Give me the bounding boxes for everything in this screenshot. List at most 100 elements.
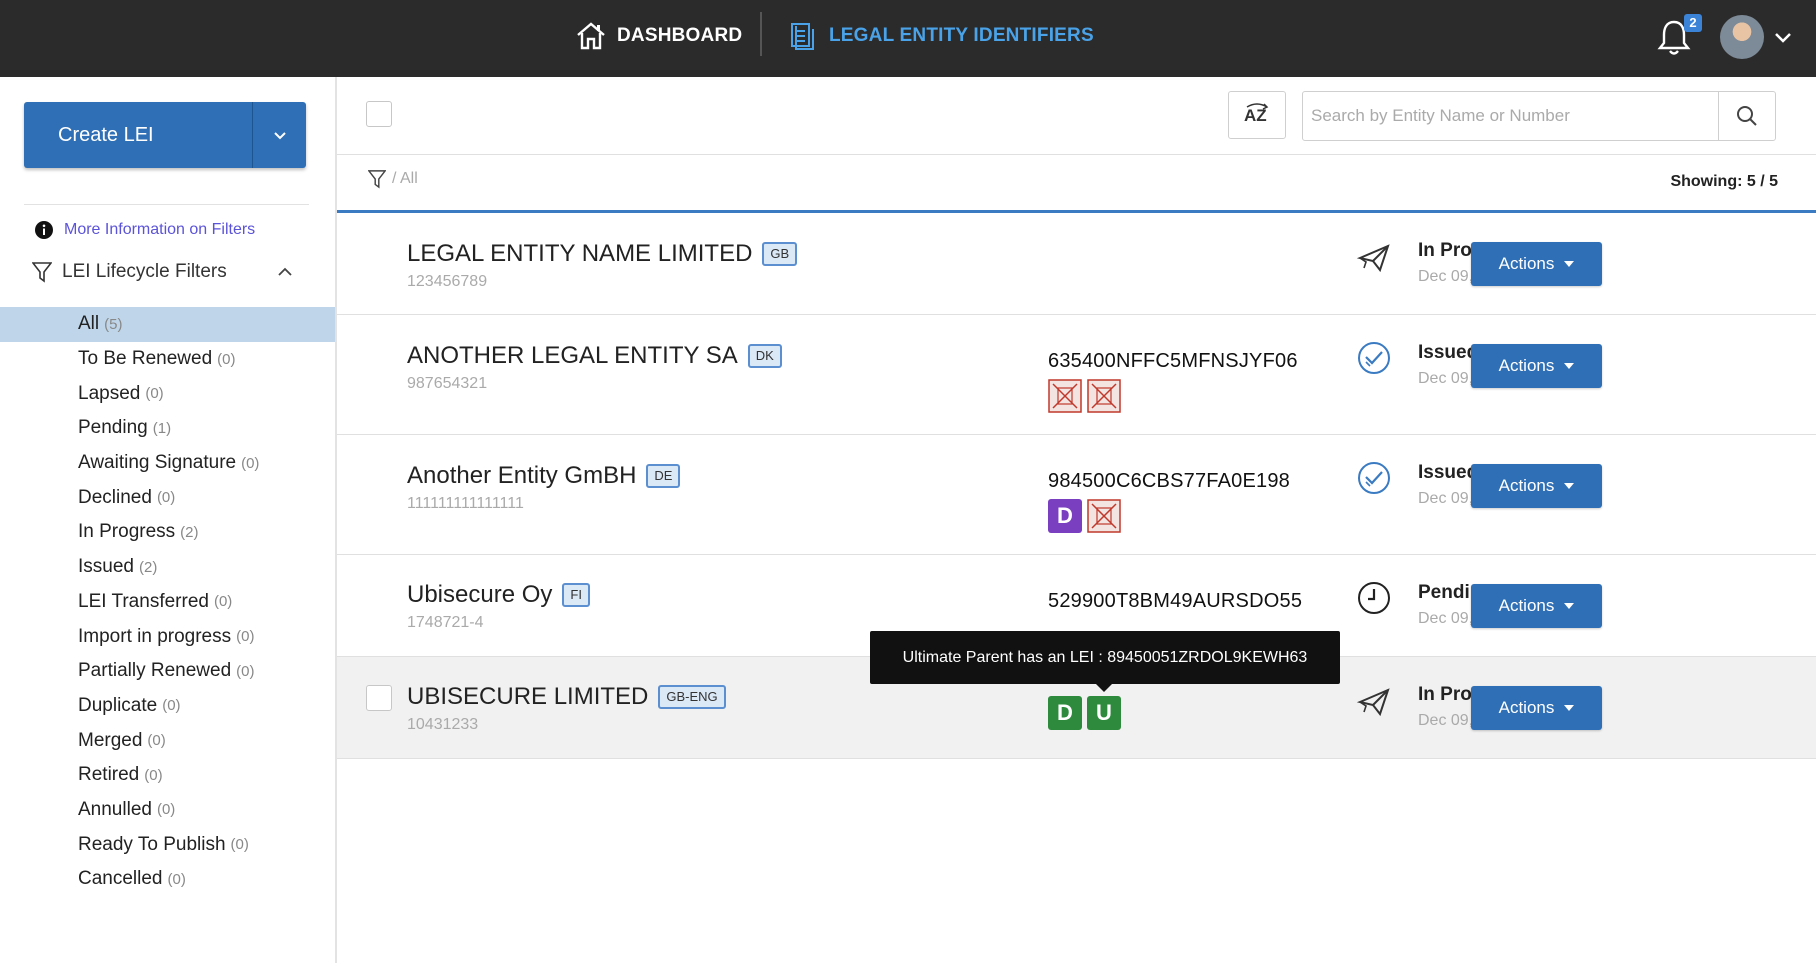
actions-button[interactable]: Actions bbox=[1471, 344, 1602, 388]
filter-item-merged[interactable]: Merged (0) bbox=[0, 723, 335, 758]
filter-label: Retired bbox=[78, 764, 140, 786]
filter-count: (0) bbox=[213, 593, 233, 611]
filter-label: Lapsed bbox=[78, 382, 141, 404]
filter-label: Pending bbox=[78, 417, 148, 439]
relationship-icons bbox=[1048, 379, 1121, 413]
lifecycle-filters-toggle[interactable]: LEI Lifecycle Filters bbox=[32, 261, 294, 283]
filter-item-annulled[interactable]: Annulled (0) bbox=[0, 793, 335, 828]
create-lei-dropdown-toggle[interactable] bbox=[252, 102, 306, 168]
filter-count: (0) bbox=[156, 489, 176, 507]
actions-label: Actions bbox=[1498, 596, 1555, 615]
entity-name-group: Another Entity GmBH DE bbox=[407, 462, 681, 490]
check-circle-icon bbox=[1358, 342, 1390, 374]
entity-name[interactable]: Ubisecure Oy bbox=[407, 581, 552, 609]
filter-item-partially-renewed[interactable]: Partially Renewed (0) bbox=[0, 654, 335, 689]
top-bar: DASHBOARD LEGAL ENTITY IDENTIFIERS 2 bbox=[0, 0, 1816, 77]
filter-list: All (5) To Be Renewed (0) Lapsed (0) Pendin… bbox=[0, 307, 335, 897]
filter-item-declined[interactable]: Declined (0) bbox=[0, 480, 335, 515]
tooltip-arrow bbox=[1096, 684, 1112, 692]
missing-ultimate-parent-icon[interactable] bbox=[1087, 379, 1121, 413]
search-input[interactable] bbox=[1303, 92, 1718, 140]
country-badge: FI bbox=[562, 583, 590, 607]
filter-count: (0) bbox=[217, 350, 236, 368]
filter-label: Merged bbox=[78, 729, 143, 751]
filter-label: All bbox=[78, 313, 100, 335]
filter-item-to-be-renewed[interactable]: To Be Renewed (0) bbox=[0, 342, 335, 377]
more-info-filters-link[interactable]: More Information on Filters bbox=[34, 220, 255, 240]
entity-name[interactable]: Another Entity GmBH bbox=[407, 462, 636, 490]
actions-button[interactable]: Actions bbox=[1471, 584, 1602, 628]
search-icon bbox=[1737, 106, 1757, 126]
entity-name[interactable]: LEGAL ENTITY NAME LIMITED bbox=[407, 240, 752, 268]
nav-legal-entity-identifiers[interactable]: LEGAL ENTITY IDENTIFIERS bbox=[789, 14, 1094, 58]
ultimate-parent-badge[interactable]: U bbox=[1087, 696, 1121, 730]
direct-parent-badge[interactable]: D bbox=[1048, 499, 1082, 533]
sidebar: Create LEI More Information on Filters L… bbox=[0, 77, 337, 963]
filter-icon bbox=[368, 170, 386, 189]
filter-item-retired[interactable]: Retired (0) bbox=[0, 758, 335, 793]
country-badge: DK bbox=[747, 344, 782, 368]
filter-item-duplicate[interactable]: Duplicate (0) bbox=[0, 689, 335, 724]
filter-label: To Be Renewed bbox=[78, 348, 213, 370]
nav-lei-label: LEGAL ENTITY IDENTIFIERS bbox=[829, 25, 1094, 46]
chevron-down-icon[interactable] bbox=[1772, 26, 1794, 48]
avatar[interactable] bbox=[1720, 15, 1764, 59]
entity-row: LEGAL ENTITY NAME LIMITED GB 123456789 I… bbox=[337, 213, 1816, 315]
filter-count: (0) bbox=[236, 628, 255, 646]
missing-direct-parent-icon[interactable] bbox=[1048, 379, 1082, 413]
entity-number: 10431233 bbox=[407, 716, 479, 733]
search-box bbox=[1302, 91, 1776, 141]
entity-name[interactable]: UBISECURE LIMITED bbox=[407, 683, 648, 711]
filter-item-ready-to-publish[interactable]: Ready To Publish (0) bbox=[0, 827, 335, 862]
document-icon bbox=[791, 23, 814, 50]
row-checkbox[interactable] bbox=[366, 685, 392, 711]
home-icon bbox=[577, 22, 605, 50]
nav-separator bbox=[760, 12, 762, 56]
filter-label: Ready To Publish bbox=[78, 833, 226, 855]
filter-item-issued[interactable]: Issued (2) bbox=[0, 550, 335, 585]
caret-down-icon bbox=[1564, 705, 1575, 711]
filter-item-cancelled[interactable]: Cancelled (0) bbox=[0, 862, 335, 897]
country-badge: GB bbox=[762, 242, 798, 266]
filter-label: Awaiting Signature bbox=[78, 452, 237, 474]
filter-item-pending[interactable]: Pending (1) bbox=[0, 411, 335, 446]
filter-label: Issued bbox=[78, 556, 134, 578]
missing-ultimate-parent-icon[interactable] bbox=[1087, 499, 1121, 533]
create-lei-button[interactable]: Create LEI bbox=[24, 102, 252, 168]
filter-label: Declined bbox=[78, 486, 152, 508]
lei-code: 635400NFFC5MFNSJYF06 bbox=[1048, 350, 1298, 372]
showing-count: Showing: 5 / 5 bbox=[1670, 173, 1778, 190]
chevron-up-icon bbox=[278, 267, 292, 276]
filter-label: Annulled bbox=[78, 798, 152, 820]
filter-item-import-in-progress[interactable]: Import in progress (0) bbox=[0, 619, 335, 654]
filter-count: (1) bbox=[152, 419, 172, 437]
actions-label: Actions bbox=[1498, 254, 1555, 273]
sidebar-divider bbox=[24, 204, 309, 205]
sort-az-button[interactable]: AZ bbox=[1228, 91, 1286, 139]
filter-count: (0) bbox=[144, 766, 163, 784]
filter-label: In Progress bbox=[78, 521, 176, 543]
caret-down-icon bbox=[1564, 261, 1575, 267]
entity-name[interactable]: ANOTHER LEGAL ENTITY SA bbox=[407, 342, 738, 370]
nav-dashboard[interactable]: DASHBOARD bbox=[575, 14, 742, 58]
entity-name-group: Ubisecure Oy FI bbox=[407, 581, 590, 609]
filter-breadcrumb: / All bbox=[368, 169, 418, 189]
filter-item-in-progress[interactable]: In Progress (2) bbox=[0, 515, 335, 550]
filter-item-lapsed[interactable]: Lapsed (0) bbox=[0, 376, 335, 411]
filter-item-awaiting-signature[interactable]: Awaiting Signature (0) bbox=[0, 446, 335, 481]
filter-item-all[interactable]: All (5) bbox=[0, 307, 335, 342]
search-button[interactable] bbox=[1718, 92, 1775, 140]
entity-name-group: LEGAL ENTITY NAME LIMITED GB bbox=[407, 240, 798, 268]
relationship-icons: D bbox=[1048, 499, 1121, 533]
select-all-checkbox[interactable] bbox=[366, 101, 392, 127]
filter-item-lei-transferred[interactable]: LEI Transferred (0) bbox=[0, 585, 335, 620]
status-label: Issued bbox=[1418, 462, 1479, 483]
lifecycle-filters-title: LEI Lifecycle Filters bbox=[62, 261, 227, 282]
actions-button[interactable]: Actions bbox=[1471, 242, 1602, 286]
direct-parent-badge[interactable]: D bbox=[1048, 696, 1082, 730]
create-lei-split-button: Create LEI bbox=[24, 102, 306, 168]
actions-button[interactable]: Actions bbox=[1471, 686, 1602, 730]
filter-count: (0) bbox=[156, 801, 176, 819]
actions-button[interactable]: Actions bbox=[1471, 464, 1602, 508]
nav-dashboard-label: DASHBOARD bbox=[617, 25, 743, 46]
